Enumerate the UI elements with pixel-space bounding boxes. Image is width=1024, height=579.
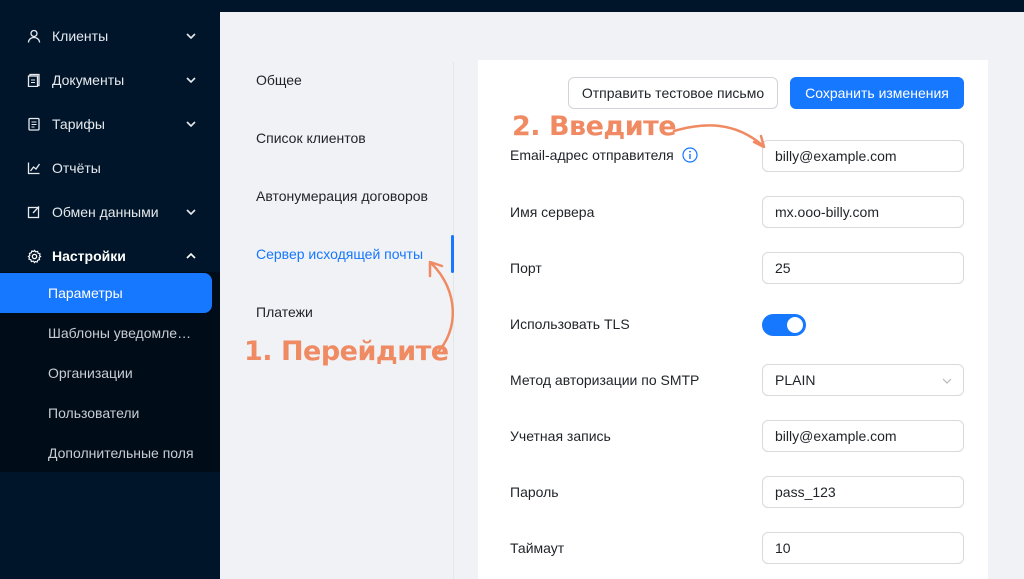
tab-payments[interactable]: Платежи [256, 304, 313, 320]
settings-tabs: Общее Список клиентов Автонумерация дого… [220, 12, 454, 579]
settings-submenu: Параметры Шаблоны уведомлений Организаци… [0, 272, 220, 472]
sidebar-subitem-parameters[interactable]: Параметры [0, 273, 212, 313]
annotation-step-2: 2. Введите [512, 111, 677, 142]
account-label: Учетная запись [510, 428, 611, 444]
send-test-email-button[interactable]: Отправить тестовое письмо [568, 77, 778, 109]
sender-email-input[interactable]: billy@example.com [762, 140, 964, 172]
sidebar-subitem-users[interactable]: Пользователи [0, 393, 220, 433]
smtp-auth-label: Метод авторизации по SMTP [510, 372, 700, 388]
tab-contract-autonumbering[interactable]: Автонумерация договоров [256, 188, 428, 204]
port-label: Порт [510, 260, 542, 276]
tab-divider [453, 62, 454, 579]
use-tls-label: Использовать TLS [510, 316, 630, 332]
sender-email-label: Email-адрес отправителя [510, 147, 698, 163]
main-content: Общее Список клиентов Автонумерация дого… [220, 12, 1020, 579]
sidebar-subitem-organizations[interactable]: Организации [0, 353, 220, 393]
edit-icon [26, 204, 42, 220]
sidebar: Клиенты Документы Тарифы Отчёты Обмен да… [0, 0, 220, 579]
gear-icon [26, 248, 42, 264]
sidebar-item-label: Клиенты [52, 28, 109, 44]
sidebar-item-data-exchange[interactable]: Обмен данными [0, 190, 220, 234]
chevron-down-icon [186, 121, 196, 128]
chart-icon [26, 160, 42, 176]
sidebar-item-documents[interactable]: Документы [0, 58, 220, 102]
account-input[interactable]: billy@example.com [762, 420, 964, 452]
sidebar-subitem-notification-templates[interactable]: Шаблоны уведомлений [0, 313, 220, 353]
annotation-step-1: 1. Перейдите [244, 336, 449, 367]
sidebar-item-tariffs[interactable]: Тарифы [0, 102, 220, 146]
document-icon [26, 72, 42, 88]
tab-general[interactable]: Общее [256, 72, 302, 88]
toggle-knob [787, 317, 803, 333]
chevron-up-icon [186, 252, 196, 259]
sidebar-subitem-additional-fields[interactable]: Дополнительные поля [0, 433, 220, 473]
tariff-icon [26, 116, 42, 132]
server-name-label: Имя сервера [510, 204, 595, 220]
port-input[interactable]: 25 [762, 252, 964, 284]
tab-client-list[interactable]: Список клиентов [256, 130, 366, 146]
chevron-down-icon [942, 378, 952, 384]
info-icon[interactable] [682, 147, 698, 163]
chevron-down-icon [186, 33, 196, 40]
smtp-auth-value: PLAIN [775, 372, 816, 388]
save-changes-button[interactable]: Сохранить изменения [790, 77, 964, 109]
tab-outgoing-mail-server[interactable]: Сервер исходящей почты [256, 246, 423, 262]
sidebar-item-label: Обмен данными [52, 204, 159, 220]
sidebar-item-reports[interactable]: Отчёты [0, 146, 220, 190]
timeout-input[interactable]: 10 [762, 532, 964, 564]
sidebar-item-label: Отчёты [52, 160, 101, 176]
smtp-auth-select[interactable]: PLAIN [762, 364, 964, 396]
sidebar-item-label: Настройки [52, 248, 126, 264]
sidebar-item-label: Документы [52, 72, 125, 88]
password-label: Пароль [510, 484, 559, 500]
sidebar-item-clients[interactable]: Клиенты [0, 14, 220, 58]
password-input[interactable]: pass_123 [762, 476, 964, 508]
timeout-label: Таймаут [510, 540, 565, 556]
header-strip [220, 0, 1024, 12]
sidebar-item-label: Тарифы [52, 116, 105, 132]
chevron-down-icon [186, 209, 196, 216]
chevron-down-icon [186, 77, 196, 84]
active-tab-indicator [451, 235, 454, 273]
server-name-input[interactable]: mx.ooo-billy.com [762, 196, 964, 228]
user-icon [26, 28, 42, 44]
use-tls-toggle[interactable] [762, 314, 806, 336]
